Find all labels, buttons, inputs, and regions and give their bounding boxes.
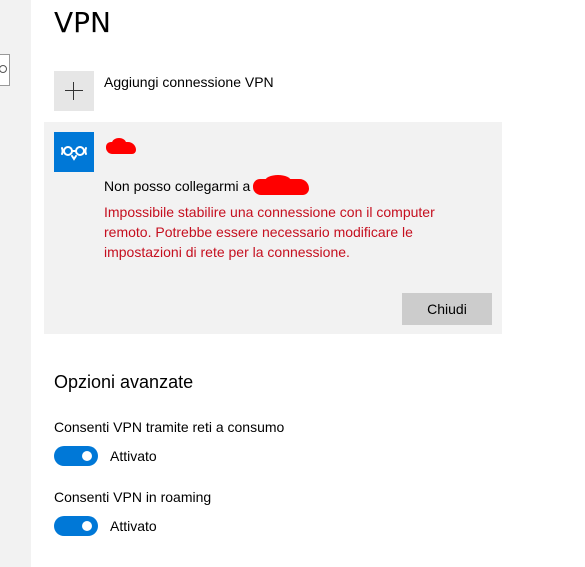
- metered-networks-toggle-row[interactable]: Attivato: [54, 446, 157, 466]
- roaming-toggle[interactable]: [54, 516, 98, 536]
- toggle-knob: [82, 451, 92, 461]
- toggle-knob: [82, 521, 92, 531]
- nav-pane: [0, 0, 31, 567]
- close-button[interactable]: Chiudi: [402, 293, 492, 325]
- metered-networks-toggle[interactable]: [54, 446, 98, 466]
- page-title: VPN: [54, 6, 111, 39]
- vpn-connection-name-redacted: [102, 134, 142, 156]
- server-name-redacted: [253, 175, 313, 197]
- roaming-option-label: Consenti VPN in roaming: [54, 489, 212, 505]
- plus-icon: [54, 71, 94, 111]
- connection-status-text: Non posso collegarmi a: [104, 178, 251, 194]
- add-vpn-connection-button[interactable]: Aggiungi connessione VPN: [54, 71, 274, 111]
- advanced-options-title: Opzioni avanzate: [54, 372, 194, 392]
- metered-networks-option-label: Consenti VPN tramite reti a consumo: [54, 419, 285, 435]
- vpn-connection-icon: [54, 132, 94, 172]
- connection-error-message: Impossibile stabilire una connessione co…: [104, 204, 435, 260]
- metered-networks-toggle-state: Attivato: [110, 448, 157, 464]
- search-icon: [0, 65, 7, 73]
- roaming-toggle-row[interactable]: Attivato: [54, 516, 157, 536]
- vpn-connection-card[interactable]: Non posso collegarmi a Impossibile stabi…: [44, 122, 502, 334]
- roaming-toggle-state: Attivato: [110, 518, 157, 534]
- search-box[interactable]: [0, 54, 10, 86]
- connection-status: Non posso collegarmi a: [104, 175, 313, 197]
- add-vpn-connection-label: Aggiungi connessione VPN: [104, 74, 274, 90]
